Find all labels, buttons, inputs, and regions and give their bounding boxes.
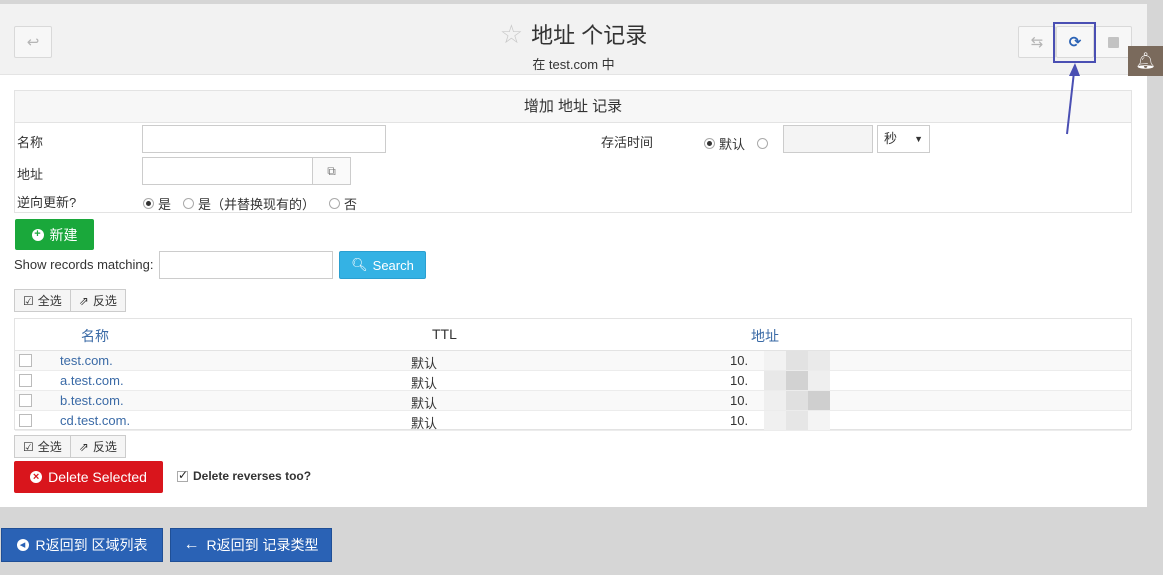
invert-selection-button[interactable]: ⇗ 反选 (69, 290, 125, 311)
delete-reverses-label: Delete reverses too? (193, 469, 312, 483)
reverse-no-label: 否 (344, 197, 358, 212)
times-circle-icon: × (30, 471, 43, 483)
share-icon: ⇗ (78, 293, 89, 308)
ttl-custom-radio[interactable] (757, 138, 769, 149)
ttl-unit-select[interactable]: 秒 ▼ (877, 125, 930, 153)
search-input[interactable] (159, 251, 333, 279)
stop-icon[interactable] (1094, 26, 1132, 58)
address-label: 地址 (17, 167, 44, 182)
invert-selection-button[interactable]: ⇗ 反选 (69, 436, 125, 457)
record-ttl: 默认 (411, 396, 438, 411)
page-header: ☆ 地址 个记录 在 test.com 中 (0, 18, 1147, 73)
delete-selected-label: Delete Selected (48, 469, 147, 485)
record-ttl: 默认 (411, 416, 438, 431)
back-record-types-label: R返回到 记录类型 (206, 537, 319, 553)
share-icon: ⇗ (78, 439, 89, 454)
name-input[interactable] (142, 125, 386, 153)
table-row: test.com. 默认 10. (15, 351, 1131, 371)
select-all-button[interactable]: ☑ 全选 (15, 436, 70, 457)
record-address: 10. (730, 353, 749, 368)
checkbox-icon: ☑ (23, 293, 34, 308)
record-name-link[interactable]: b.test.com. (60, 393, 124, 408)
redacted-address (764, 411, 830, 430)
create-button[interactable]: + 新建 (15, 219, 94, 250)
reverse-yes-label: 是 (158, 197, 172, 212)
select-all-label: 全选 (37, 294, 62, 308)
table-row: a.test.com. 默认 10. (15, 371, 1131, 391)
arrow-circle-left-icon: ◂ (16, 539, 29, 551)
ttl-default-radio[interactable] (704, 138, 715, 149)
name-label: 名称 (17, 135, 44, 150)
star-icon[interactable]: ☆ (500, 21, 523, 47)
record-address: 10. (730, 413, 749, 428)
invert-label: 反选 (92, 440, 117, 454)
search-label: Show records matching: (14, 257, 154, 272)
record-address: 10. (730, 373, 749, 388)
ttl-default-option[interactable]: 默认 (704, 134, 769, 153)
reverse-replace-label: 是（并替换现有的） (198, 197, 316, 212)
records-table: 名称 TTL 地址 test.com. 默认 10. a.test.com. 默… (14, 318, 1132, 431)
table-header: 名称 TTL 地址 (15, 319, 1131, 351)
column-header-name[interactable]: 名称 (81, 326, 109, 346)
record-name-link[interactable]: a.test.com. (60, 373, 124, 388)
search-button-label: Search (372, 257, 414, 273)
ttl-label: 存活时间 (601, 135, 654, 150)
reverse-no-radio[interactable] (329, 198, 341, 209)
address-input[interactable] (142, 157, 313, 185)
retweet-icon[interactable]: ⇆ (1018, 26, 1056, 58)
plus-circle-icon: + (31, 228, 44, 241)
search-icon: 🔍︎ (351, 257, 368, 272)
back-zone-list-label: R返回到 区域列表 (35, 537, 148, 553)
form-heading: 增加 地址 记录 (15, 91, 1131, 123)
page-title: 地址 个记录 (531, 23, 648, 48)
select-all-label: 全选 (37, 440, 62, 454)
ttl-default-label: 默认 (719, 137, 746, 152)
redacted-address (764, 371, 830, 390)
back-record-types-button[interactable]: ← R返回到 记录类型 (170, 528, 332, 562)
bell-icon[interactable]: 🔔︎ (1128, 46, 1163, 76)
row-checkbox[interactable] (19, 374, 32, 387)
page-subtitle: 在 test.com 中 (532, 57, 615, 72)
ttl-unit-value: 秒 (884, 131, 898, 146)
reverse-options: 是 是（并替换现有的） 否 (143, 194, 357, 213)
selection-toolbar-top: ☑ 全选 ⇗ 反选 (14, 289, 126, 312)
record-address: 10. (730, 393, 749, 408)
column-header-ttl: TTL (432, 326, 457, 342)
table-body: test.com. 默认 10. a.test.com. 默认 10. b.te… (15, 351, 1131, 431)
reverse-replace-radio[interactable] (183, 198, 195, 209)
invert-label: 反选 (92, 294, 117, 308)
delete-reverses-option[interactable]: Delete reverses too? (177, 468, 312, 483)
copy-icon[interactable]: ⧉ (312, 157, 351, 185)
record-ttl: 默认 (411, 356, 438, 371)
arrow-left-icon: ← (183, 536, 200, 553)
select-all-button[interactable]: ☑ 全选 (15, 290, 70, 311)
checkbox-icon: ☑ (23, 439, 34, 454)
back-zone-list-button[interactable]: ◂ R返回到 区域列表 (1, 528, 163, 562)
highlight-box (1053, 22, 1096, 63)
table-row: b.test.com. 默认 10. (15, 391, 1131, 411)
column-header-address[interactable]: 地址 (751, 326, 779, 346)
selection-toolbar-bottom: ☑ 全选 ⇗ 反选 (14, 435, 126, 458)
create-button-label: 新建 (49, 226, 78, 243)
redacted-address (764, 391, 830, 410)
chevron-down-icon: ▼ (914, 134, 923, 144)
ttl-input[interactable] (783, 125, 873, 153)
delete-selected-button[interactable]: × Delete Selected (14, 461, 163, 493)
search-button[interactable]: 🔍︎ Search (339, 251, 426, 279)
delete-reverses-checkbox[interactable] (177, 468, 188, 482)
reverse-yes-radio[interactable] (143, 198, 154, 209)
table-row: cd.test.com. 默认 10. (15, 411, 1131, 431)
title-bar: ↩ ☆ 地址 个记录 在 test.com 中 ⇆ ⟳ (0, 4, 1147, 75)
page-title-row: ☆ 地址 个记录 (500, 18, 647, 50)
row-checkbox[interactable] (19, 394, 32, 407)
record-name-link[interactable]: test.com. (60, 353, 113, 368)
record-ttl: 默认 (411, 376, 438, 391)
redacted-address (764, 351, 830, 370)
reverse-label: 逆向更新? (17, 195, 77, 210)
record-name-link[interactable]: cd.test.com. (60, 413, 130, 428)
row-checkbox[interactable] (19, 414, 32, 427)
row-checkbox[interactable] (19, 354, 32, 367)
